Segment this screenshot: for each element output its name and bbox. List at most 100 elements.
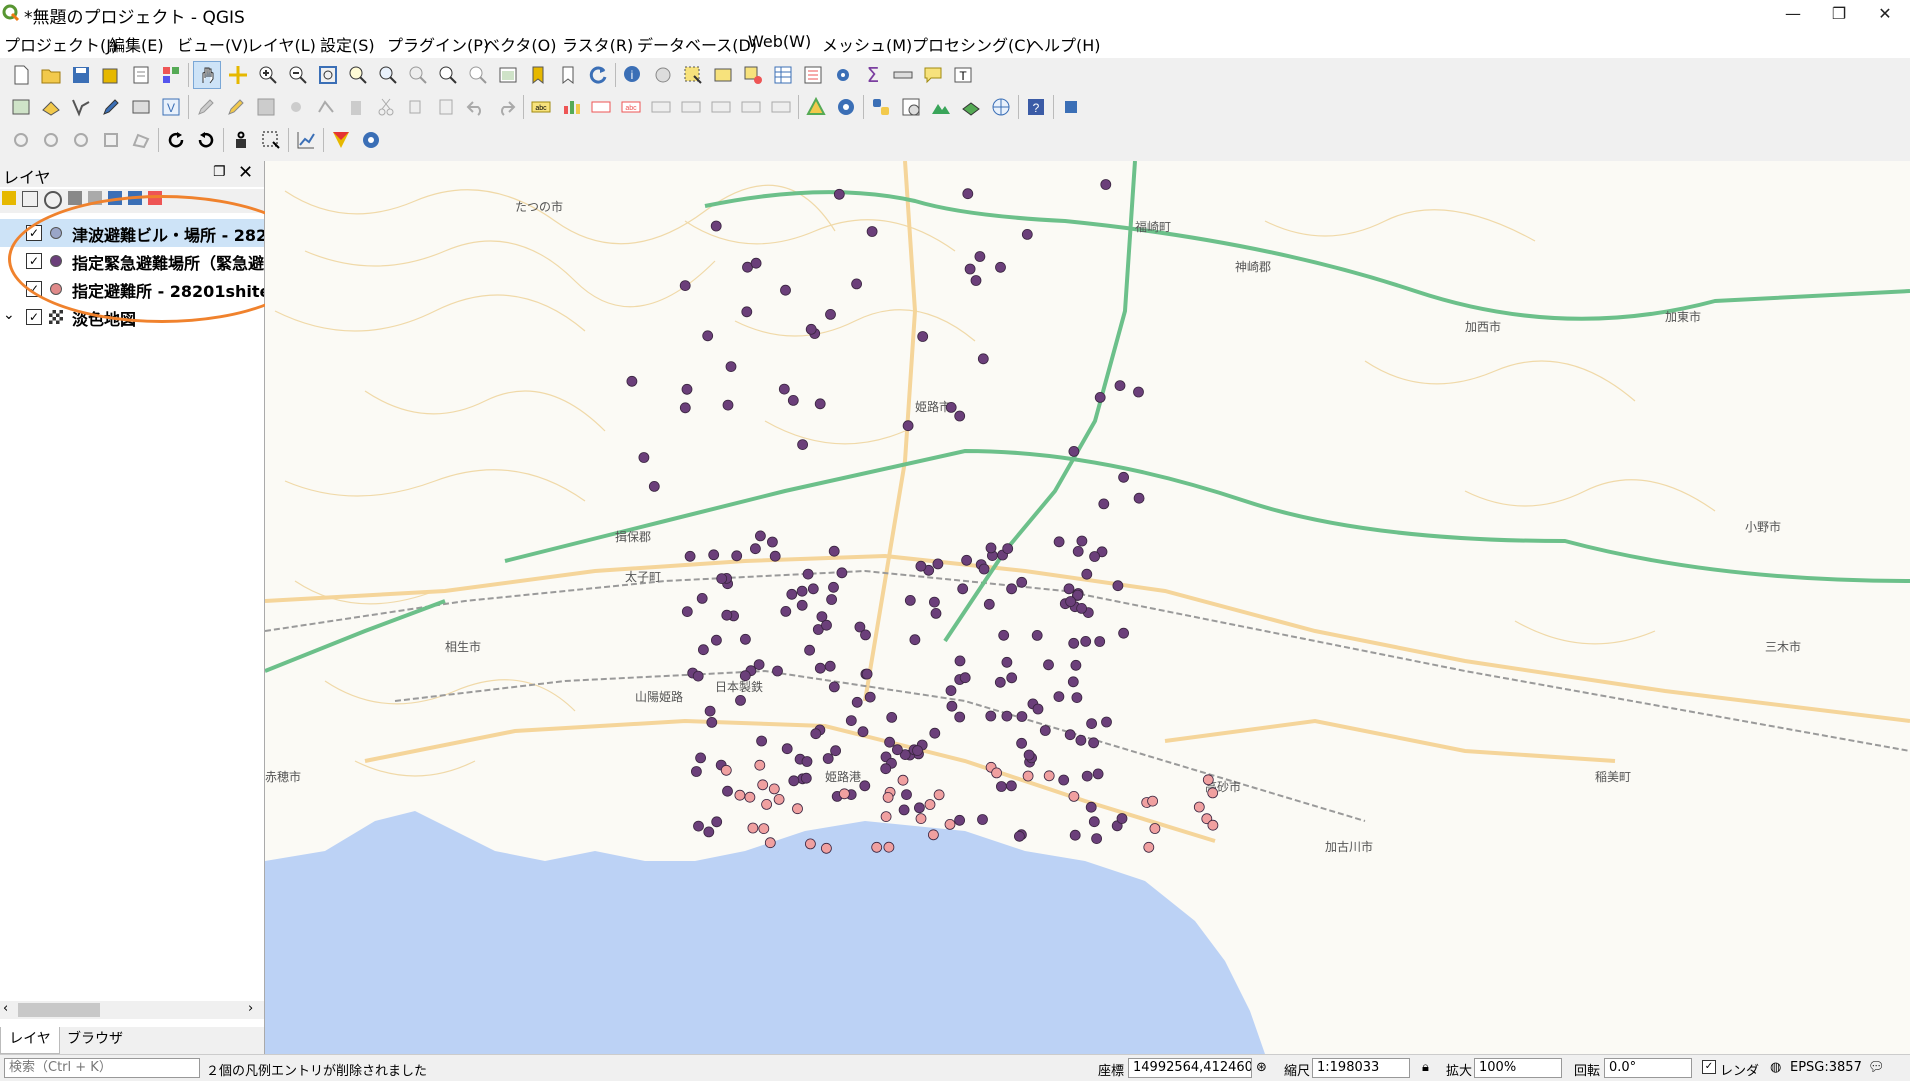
add-group-icon[interactable] — [22, 191, 38, 207]
print-layout-icon[interactable] — [128, 62, 154, 88]
horizontal-scrollbar[interactable]: ‹ › — [0, 1001, 264, 1019]
temporal-controller-icon[interactable] — [898, 94, 924, 120]
settings-gear-icon[interactable] — [358, 127, 384, 153]
maximize-button[interactable]: ❐ — [1816, 0, 1862, 28]
text-annotation-icon[interactable]: T — [950, 62, 976, 88]
flag-icon[interactable] — [328, 127, 354, 153]
coordinate-field[interactable]: 14992564,4124608 — [1128, 1058, 1252, 1078]
gps-tools-icon[interactable] — [833, 94, 859, 120]
move-label-icon[interactable] — [648, 94, 674, 120]
render-checkbox[interactable]: ✓ — [1702, 1060, 1716, 1074]
digitize-pen-icon[interactable] — [193, 94, 219, 120]
layer-checkbox[interactable]: ✓ — [26, 309, 42, 325]
locator-search-input[interactable]: 検索（Ctrl + K） — [4, 1058, 200, 1078]
zoom-in-icon[interactable] — [255, 62, 281, 88]
new-map-view-icon[interactable] — [495, 62, 521, 88]
attribute-table-icon[interactable] — [770, 62, 796, 88]
field-calculator-icon[interactable] — [800, 62, 826, 88]
menu-project[interactable]: プロジェクト(J) — [4, 32, 117, 56]
filter-legend-icon[interactable] — [68, 191, 82, 205]
zoom-selection-icon[interactable] — [345, 62, 371, 88]
elevation-profile-icon[interactable] — [928, 94, 954, 120]
temporary-layer-icon[interactable] — [128, 94, 154, 120]
select-features-icon[interactable] — [680, 62, 706, 88]
menu-help[interactable]: ヘルプ(H) — [1028, 32, 1101, 56]
save-as-icon[interactable] — [98, 62, 124, 88]
virtual-layer-icon[interactable]: V — [158, 94, 184, 120]
undo-icon[interactable] — [463, 94, 489, 120]
rotate-label-icon[interactable] — [678, 94, 704, 120]
anchor-icon[interactable] — [228, 127, 254, 153]
vertex-tool-icon[interactable] — [313, 94, 339, 120]
crs-globe-icon[interactable]: ◍ — [1770, 1060, 1781, 1075]
select-by-value-icon[interactable] — [710, 62, 736, 88]
pan-hand-icon[interactable] — [193, 61, 221, 89]
data-source-manager-icon[interactable] — [8, 94, 34, 120]
python-console-icon[interactable] — [868, 94, 894, 120]
new-project-icon[interactable] — [8, 62, 34, 88]
rectangle-digitize-icon[interactable] — [98, 127, 124, 153]
deselect-all-icon[interactable] — [740, 62, 766, 88]
polygon-digitize-icon[interactable] — [128, 127, 154, 153]
zoom-full-icon[interactable] — [315, 62, 341, 88]
zoom-out-icon[interactable] — [285, 62, 311, 88]
minimize-button[interactable]: — — [1770, 0, 1816, 28]
tab-browser[interactable]: ブラウザ — [64, 1027, 126, 1053]
new-layer-pencil-icon[interactable] — [98, 94, 124, 120]
add-vertex-layer-icon[interactable] — [68, 94, 94, 120]
crs-label[interactable]: EPSG:3857 — [1790, 1060, 1862, 1075]
plugin-manager-icon[interactable] — [1058, 94, 1084, 120]
menu-edit[interactable]: 編集(E) — [109, 32, 164, 56]
run-feature-action-icon[interactable] — [650, 62, 676, 88]
map-tips-icon[interactable] — [920, 62, 946, 88]
menu-mesh[interactable]: メッシュ(M) — [822, 32, 912, 56]
menu-web[interactable]: Web(W) — [748, 32, 811, 51]
3d-map-icon[interactable] — [958, 94, 984, 120]
zoom-layer-icon[interactable] — [375, 62, 401, 88]
help-icon[interactable]: ? — [1023, 94, 1049, 120]
rotate-clockwise-icon[interactable] — [163, 127, 189, 153]
expand-arrow-icon[interactable]: ⌄ — [3, 307, 15, 323]
save-edits-icon[interactable] — [253, 94, 279, 120]
diagram-icon[interactable] — [558, 94, 584, 120]
coordinate-toggle-icon[interactable]: ⊛ — [1256, 1060, 1267, 1075]
bookmark-icon[interactable] — [525, 62, 551, 88]
georeferencer-icon[interactable] — [803, 94, 829, 120]
processing-toolbox-icon[interactable] — [830, 62, 856, 88]
shape-digitize-icon[interactable] — [68, 127, 94, 153]
save-project-icon[interactable] — [68, 62, 94, 88]
menu-raster[interactable]: ラスタ(R) — [562, 32, 633, 56]
layer-styling-icon[interactable] — [2, 191, 16, 205]
statistics-sigma-icon[interactable]: Σ — [860, 62, 886, 88]
identify-features-icon[interactable]: i — [620, 62, 646, 88]
scroll-right-icon[interactable]: › — [248, 1001, 253, 1016]
select-grid-icon[interactable] — [258, 127, 284, 153]
measure-line-icon[interactable] — [890, 62, 916, 88]
close-panel-icon[interactable]: ✕ — [238, 162, 253, 183]
scale-field[interactable]: 1:198033 — [1312, 1058, 1410, 1078]
map-canvas[interactable]: たつの市 相生市 赤穂市 姫路市 福崎町 神崎郡 加西市 加東市 小野市 三木市… — [265, 161, 1910, 1054]
toggle-editing-icon[interactable] — [223, 94, 249, 120]
delete-selected-icon[interactable] — [343, 94, 369, 120]
rotation-field[interactable]: 0.0° — [1604, 1058, 1692, 1078]
label-toolbar-icon[interactable]: abc — [528, 94, 554, 120]
menu-settings[interactable]: 設定(S) — [320, 32, 375, 56]
show-hide-labels-icon[interactable] — [738, 94, 764, 120]
zoom-next-icon[interactable] — [465, 62, 491, 88]
show-bookmarks-icon[interactable] — [555, 62, 581, 88]
change-label-icon[interactable] — [708, 94, 734, 120]
open-project-icon[interactable] — [38, 62, 64, 88]
menu-view[interactable]: ビュー(V) — [177, 32, 248, 56]
magnifier-field[interactable]: 100% — [1474, 1058, 1562, 1078]
menu-plugins[interactable]: プラグイン(P) — [387, 32, 489, 56]
tab-layers[interactable]: レイヤ — [0, 1027, 60, 1054]
visibility-eye-icon[interactable] — [44, 191, 62, 209]
copy-features-icon[interactable] — [403, 94, 429, 120]
refresh-icon[interactable] — [585, 62, 611, 88]
menu-database[interactable]: データベース(D) — [637, 32, 757, 56]
close-window-button[interactable]: ✕ — [1862, 0, 1908, 28]
redo-icon[interactable] — [493, 94, 519, 120]
pan-to-selection-icon[interactable] — [225, 62, 251, 88]
undock-icon[interactable]: ❐ — [213, 164, 226, 180]
messages-icon[interactable]: 💬︎ — [1868, 1060, 1885, 1075]
